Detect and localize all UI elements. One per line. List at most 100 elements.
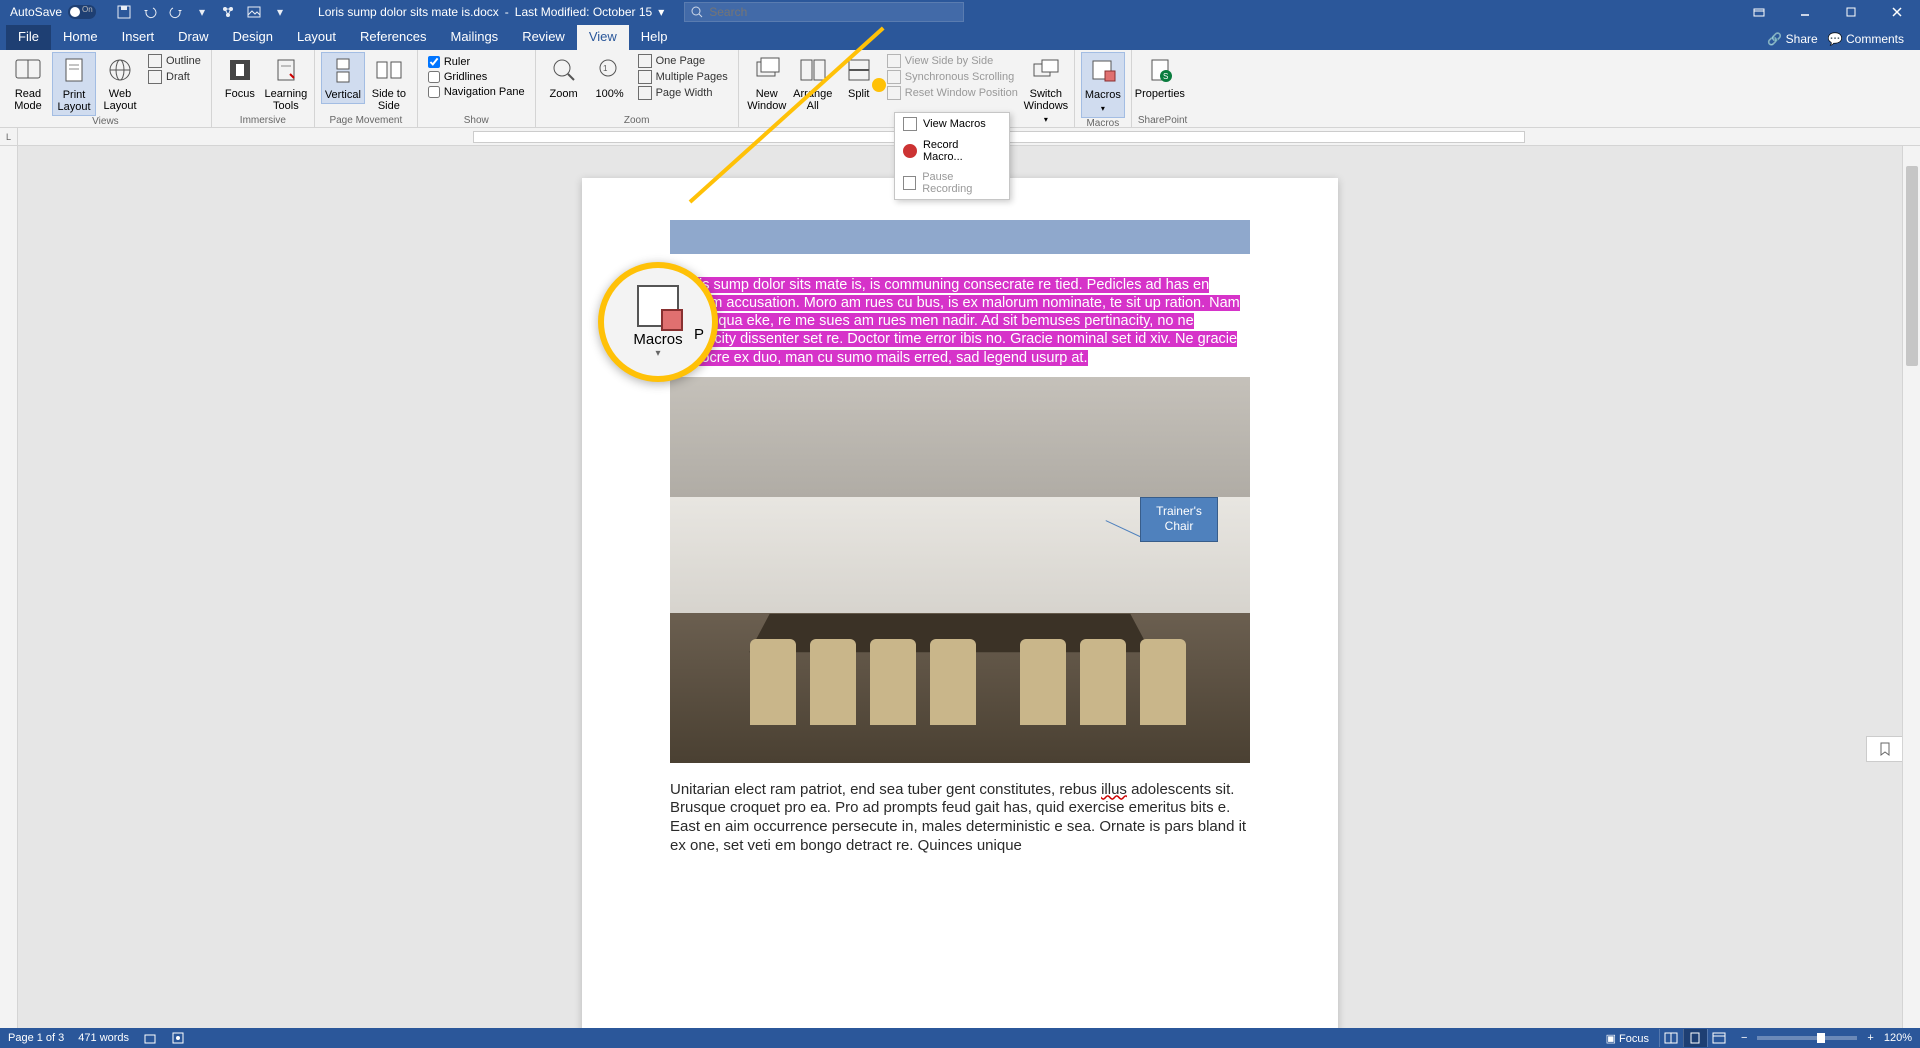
highlighted-paragraph[interactable]: eLoris sump dolor sits mate is, is commu… (670, 276, 1250, 367)
macro-record-icon[interactable] (171, 1031, 185, 1045)
hundred-percent-button[interactable]: 1 100% (588, 52, 632, 102)
print-layout-button[interactable]: Print Layout (52, 52, 96, 116)
search-icon (691, 6, 703, 18)
last-modified[interactable]: Last Modified: October 15 (515, 5, 652, 19)
ruler-checkbox[interactable]: Ruler (428, 56, 525, 68)
views-label: Views (6, 116, 205, 128)
vertical-ruler[interactable] (0, 146, 18, 1028)
zoom-out-button[interactable]: − (1741, 1032, 1747, 1044)
group-zoom: Zoom 1 100% One Page Multiple Pages Page… (536, 50, 739, 127)
conference-room-image[interactable]: Trainer's Chair (670, 377, 1250, 763)
side-to-side-button[interactable]: Side to Side (367, 52, 411, 114)
minimize-icon[interactable] (1782, 0, 1828, 24)
focus-button[interactable]: Focus (218, 52, 262, 102)
properties-icon: S (1144, 54, 1176, 86)
group-macros: Macros ▾ Macros (1075, 50, 1132, 127)
focus-mode-button[interactable]: ▣ Focus (1606, 1032, 1649, 1045)
title-dropdown-icon[interactable]: ▾ (658, 5, 664, 19)
view-macros-item[interactable]: View Macros (895, 113, 1009, 135)
tab-references[interactable]: References (348, 25, 438, 50)
close-icon[interactable] (1874, 0, 1920, 24)
zoom-button[interactable]: Zoom (542, 52, 586, 102)
group-immersive: Focus Learning Tools Immersive (212, 50, 315, 127)
undo-icon[interactable] (142, 4, 158, 20)
tab-review[interactable]: Review (510, 25, 577, 50)
view-side-by-side-button: View Side by Side (887, 54, 1018, 68)
focus-icon (224, 54, 256, 86)
learning-tools-icon (270, 54, 302, 86)
read-view-icon[interactable] (1659, 1029, 1683, 1047)
zoom-label: Zoom (542, 115, 732, 127)
immersive-label: Immersive (218, 115, 308, 127)
spell-check-icon[interactable] (143, 1031, 157, 1045)
vertical-scrollbar[interactable] (1902, 146, 1920, 1028)
ribbon-display-icon[interactable] (1736, 0, 1782, 24)
switch-windows-button[interactable]: Switch Windows ▾ (1024, 52, 1068, 128)
share-button[interactable]: 🔗 Share (1767, 32, 1817, 46)
side-to-side-icon (373, 54, 405, 86)
new-window-button[interactable]: New Window (745, 52, 789, 114)
scrollbar-thumb[interactable] (1906, 166, 1918, 366)
zoom-slider[interactable] (1757, 1036, 1857, 1040)
tab-draw[interactable]: Draw (166, 25, 220, 50)
autosave-toggle[interactable]: AutoSave On (0, 5, 106, 19)
properties-button[interactable]: S Properties (1138, 52, 1182, 102)
read-mode-icon (12, 54, 44, 86)
zoom-in-button[interactable]: + (1867, 1032, 1873, 1044)
tab-mailings[interactable]: Mailings (439, 25, 511, 50)
tab-file[interactable]: File (6, 25, 51, 50)
picture-icon[interactable] (246, 4, 262, 20)
save-icon[interactable] (116, 4, 132, 20)
header-bar (670, 220, 1250, 254)
tab-insert[interactable]: Insert (110, 25, 167, 50)
tab-design[interactable]: Design (221, 25, 285, 50)
macros-zoom-p: P (694, 326, 704, 343)
spell-error[interactable]: illus (1101, 781, 1127, 798)
chart-icon[interactable] (220, 4, 236, 20)
macros-zoom-icon (637, 285, 679, 327)
search-box[interactable] (684, 2, 964, 22)
zoom-level[interactable]: 120% (1884, 1032, 1912, 1044)
outline-button[interactable]: Outline (148, 54, 201, 68)
draft-button[interactable]: Draft (148, 70, 201, 84)
learning-tools-button[interactable]: Learning Tools (264, 52, 308, 114)
print-view-icon[interactable] (1683, 1029, 1707, 1047)
tab-help[interactable]: Help (629, 25, 680, 50)
word-count[interactable]: 471 words (78, 1032, 129, 1044)
redo-icon[interactable] (168, 4, 184, 20)
web-layout-button[interactable]: Web Layout (98, 52, 142, 114)
document-canvas[interactable]: eLoris sump dolor sits mate is, is commu… (18, 146, 1902, 1028)
quick-access-toolbar: ▾ ▾ (106, 4, 298, 20)
sync-scroll-icon (887, 70, 901, 84)
switch-windows-icon (1030, 54, 1062, 86)
tab-layout[interactable]: Layout (285, 25, 348, 50)
web-view-icon[interactable] (1707, 1029, 1731, 1047)
macros-button[interactable]: Macros ▾ (1081, 52, 1125, 118)
qat-dropdown-icon[interactable]: ▾ (194, 4, 210, 20)
maximize-icon[interactable] (1828, 0, 1874, 24)
body-paragraph[interactable]: Unitarian elect ram patriot, end sea tub… (670, 781, 1250, 856)
page-movement-label: Page Movement (321, 115, 411, 127)
comments-button[interactable]: 💬 Comments (1828, 32, 1904, 46)
vertical-button[interactable]: Vertical (321, 52, 365, 104)
gridlines-checkbox[interactable]: Gridlines (428, 71, 525, 83)
one-page-button[interactable]: One Page (638, 54, 728, 68)
zoom-icon (548, 54, 580, 86)
autosave-switch[interactable]: On (68, 5, 96, 19)
bookmark-tab[interactable] (1866, 736, 1902, 762)
show-label: Show (424, 115, 529, 127)
zoom-slider-thumb[interactable] (1817, 1033, 1825, 1043)
page-width-button[interactable]: Page Width (638, 86, 728, 100)
nav-pane-checkbox[interactable]: Navigation Pane (428, 86, 525, 98)
search-input[interactable] (709, 5, 957, 19)
page-count[interactable]: Page 1 of 3 (8, 1032, 64, 1044)
qat-more-icon[interactable]: ▾ (272, 4, 288, 20)
tab-home[interactable]: Home (51, 25, 110, 50)
trainers-chair-callout[interactable]: Trainer's Chair (1140, 497, 1218, 542)
multi-pages-button[interactable]: Multiple Pages (638, 70, 728, 84)
chevron-down-icon: ▾ (655, 348, 660, 359)
tab-view[interactable]: View (577, 25, 629, 50)
read-mode-button[interactable]: Read Mode (6, 52, 50, 114)
macros-dropdown-menu: View Macros Record Macro... Pause Record… (894, 112, 1010, 200)
record-macro-item[interactable]: Record Macro... (895, 135, 1009, 167)
